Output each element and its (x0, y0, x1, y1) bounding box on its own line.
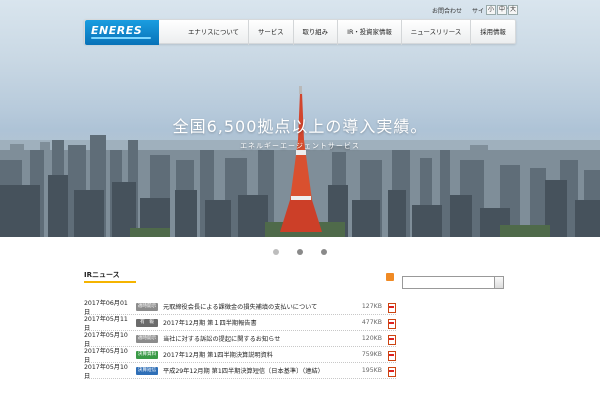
font-size-large-button[interactable]: 大 (508, 5, 518, 15)
slider-pagination (0, 249, 600, 255)
nav-item-initiatives[interactable]: 取り組み (294, 20, 339, 45)
hero-headline: 全国6,500拠点以上の導入実績。 (172, 117, 428, 136)
news-title-link[interactable]: 2017年12月期 第1四半期決算説明資料 (163, 350, 350, 359)
news-title-link[interactable]: 2017年12月期 第１四半期報告書 (163, 318, 350, 327)
news-file-size: 759KB (361, 351, 382, 358)
news-file-size: 127KB (361, 303, 382, 310)
news-file-size: 477KB (361, 319, 382, 326)
ir-news-title-underline (84, 281, 136, 283)
news-category-badge: 有 報 (136, 318, 158, 327)
news-category-badge: 決算短信 (136, 366, 158, 375)
slide-dot-1[interactable] (273, 249, 279, 255)
pdf-icon[interactable] (387, 302, 396, 313)
nav-menu: エナリスについて サービス 取り組み IR・投資家情報 ニュースリリース 採用情… (179, 20, 515, 45)
news-row[interactable]: 2017年05月10日 決算短信 平成29年12月期 第1四半期決算短信〔日本基準〕… (84, 363, 396, 380)
pdf-icon[interactable] (387, 334, 396, 345)
hero-subline: エネルギーエージェントサービス (240, 142, 360, 150)
hero-banner: お問合わせ サイトマップ 小 中 大 ENERES エナリスについて サービス … (0, 0, 600, 237)
nav-item-ir[interactable]: IR・投資家情報 (338, 20, 402, 45)
news-file-size: 195KB (361, 367, 382, 374)
global-navigation: ENERES エナリスについて サービス 取り組み IR・投資家情報 ニュースリ… (84, 19, 516, 45)
ir-news-list: 2017年06月01日 適時開示 元取締役会長による課徴金の損失補填の支払いについて… (84, 299, 396, 380)
slide-dot-3[interactable] (321, 249, 327, 255)
nav-item-recruit[interactable]: 採用情報 (471, 20, 515, 45)
nav-item-about[interactable]: エナリスについて (179, 20, 249, 45)
search-input[interactable] (402, 276, 502, 289)
news-file-size: 120KB (361, 335, 382, 342)
news-category-badge: 決算資料 (136, 350, 158, 359)
contact-link[interactable]: お問合わせ (432, 6, 462, 15)
news-title-link[interactable]: 平成29年12月期 第1四半期決算短信〔日本基準〕（連結） (163, 366, 350, 375)
font-size-medium-button[interactable]: 中 (497, 5, 507, 15)
logo-swoosh (91, 37, 151, 39)
pdf-icon[interactable] (387, 350, 396, 361)
rss-icon[interactable] (386, 273, 394, 281)
eneres-logo[interactable]: ENERES (85, 20, 159, 45)
slide-dot-2[interactable] (297, 249, 303, 255)
font-size-small-button[interactable]: 小 (486, 5, 496, 15)
news-date: 2017年05月10日 (84, 363, 128, 380)
nav-item-news[interactable]: ニュースリリース (402, 20, 472, 45)
news-title-link[interactable]: 元取締役会長による課徴金の損失補填の支払いについて (163, 302, 350, 311)
pdf-icon[interactable] (387, 366, 396, 377)
news-title-link[interactable]: 当社に対する訴訟の提起に関するお知らせ (163, 334, 350, 343)
pdf-icon[interactable] (387, 318, 396, 329)
news-category-badge: 適時開示 (136, 302, 158, 311)
ir-news-title: IRニュース (84, 271, 120, 279)
nav-item-services[interactable]: サービス (249, 20, 294, 45)
search-button[interactable] (494, 276, 504, 289)
news-category-badge: 適時開示 (136, 334, 158, 343)
font-size-switcher: 小 中 大 (486, 5, 518, 15)
logo-text: ENERES (91, 24, 143, 37)
